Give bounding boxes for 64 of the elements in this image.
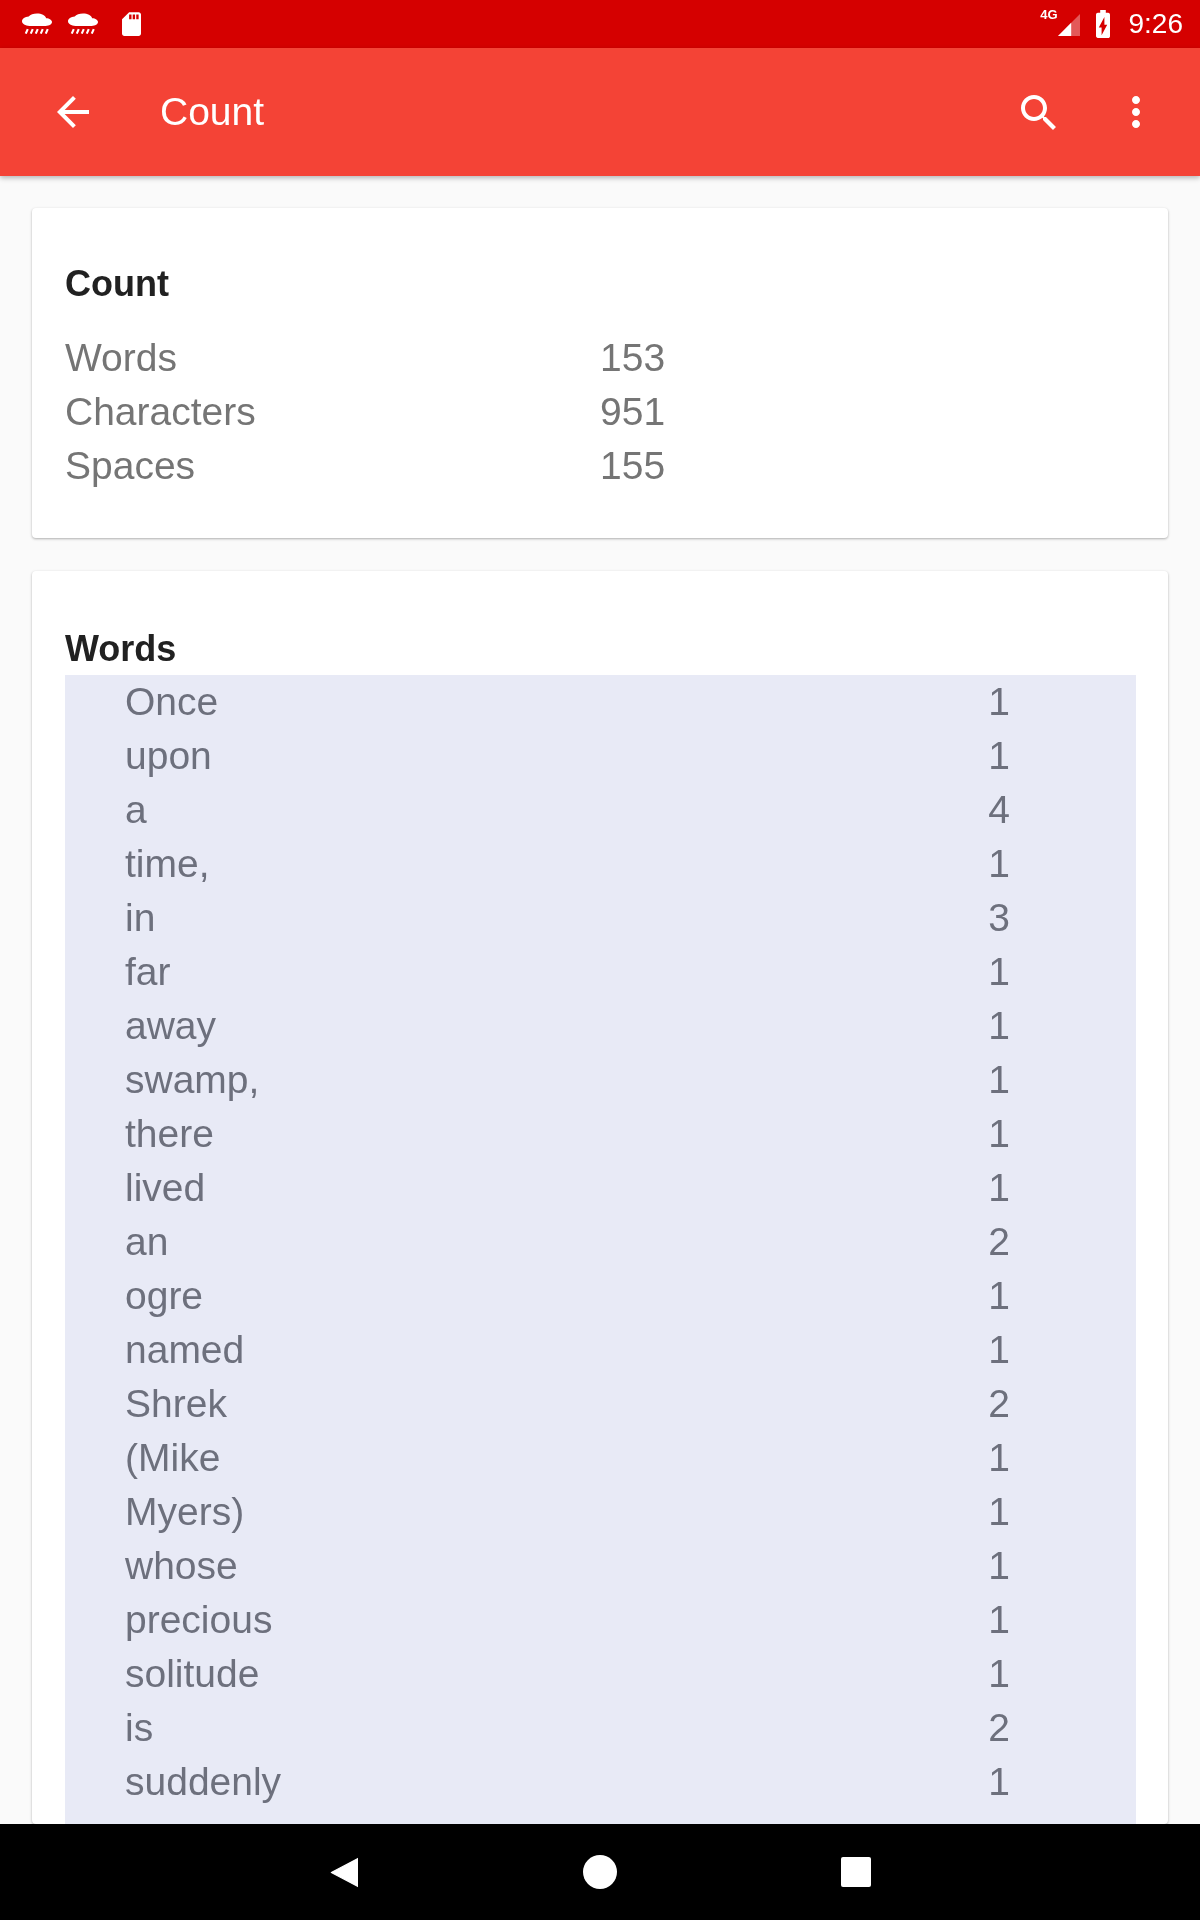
word-count: 4 bbox=[987, 787, 1011, 833]
word-text: lived bbox=[125, 1165, 207, 1211]
word-count: 3 bbox=[987, 895, 1011, 941]
word-count: 1 bbox=[987, 1543, 1011, 1589]
back-arrow-icon bbox=[57, 96, 89, 128]
word-text: an bbox=[125, 1219, 170, 1265]
word-text: far bbox=[125, 949, 172, 995]
screen-title: Count bbox=[160, 89, 266, 135]
stat-value: 951 bbox=[600, 389, 666, 435]
card-title: Count bbox=[65, 262, 170, 306]
word-count: 1 bbox=[987, 1057, 1011, 1103]
word-count: 2 bbox=[987, 1381, 1011, 1427]
word-count: 1 bbox=[987, 1759, 1011, 1805]
stat-value: 155 bbox=[600, 443, 666, 489]
word-text: is bbox=[125, 1705, 155, 1751]
word-text: in bbox=[125, 895, 157, 941]
card-title: Words bbox=[65, 627, 178, 671]
word-count: 1 bbox=[987, 1651, 1011, 1697]
clock-time: 9:26 bbox=[1128, 8, 1183, 40]
word-count: 1 bbox=[987, 1003, 1011, 1049]
word-count: 1 bbox=[987, 679, 1011, 725]
word-count: 1 bbox=[987, 841, 1011, 887]
word-text: there bbox=[125, 1111, 215, 1157]
word-text: Once bbox=[125, 679, 220, 725]
word-text: swamp, bbox=[125, 1057, 261, 1103]
stat-label: Characters bbox=[65, 389, 257, 435]
word-count: 1 bbox=[987, 1165, 1011, 1211]
sd-card-icon bbox=[122, 12, 141, 36]
word-text: a bbox=[125, 787, 148, 833]
word-count: 1 bbox=[987, 1597, 1011, 1643]
word-count: 1 bbox=[987, 1111, 1011, 1157]
more-vertical-icon bbox=[1132, 96, 1140, 128]
network-type-label: 4G bbox=[1040, 8, 1058, 21]
stat-value: 153 bbox=[600, 335, 666, 381]
search-icon bbox=[1021, 94, 1056, 130]
signal-icon bbox=[1057, 14, 1080, 36]
word-count: 2 bbox=[987, 1219, 1011, 1265]
word-text: Myers) bbox=[125, 1489, 246, 1535]
word-text: named bbox=[125, 1327, 246, 1373]
word-text: Shrek bbox=[125, 1381, 228, 1427]
word-text: suddenly bbox=[125, 1759, 283, 1805]
word-count: 1 bbox=[987, 1273, 1011, 1319]
word-text: solitude bbox=[125, 1651, 261, 1697]
back-icon bbox=[330, 1856, 358, 1888]
word-count: 1 bbox=[987, 1435, 1011, 1481]
word-count: 1 bbox=[987, 1489, 1011, 1535]
rain-cloud-icon bbox=[22, 13, 52, 35]
recents-icon bbox=[841, 1857, 871, 1887]
word-text: (Mike bbox=[125, 1435, 222, 1481]
word-text: precious bbox=[125, 1597, 274, 1643]
word-count: 1 bbox=[987, 733, 1011, 779]
word-count: 1 bbox=[987, 1327, 1011, 1373]
word-text: whose bbox=[125, 1543, 239, 1589]
stat-label: Words bbox=[65, 335, 178, 381]
word-text: ogre bbox=[125, 1273, 205, 1319]
home-icon bbox=[583, 1855, 617, 1889]
word-count: 2 bbox=[987, 1705, 1011, 1751]
rain-cloud-icon bbox=[68, 13, 98, 35]
word-count: 1 bbox=[987, 949, 1011, 995]
stat-label: Spaces bbox=[65, 443, 197, 489]
word-text: away bbox=[125, 1003, 218, 1049]
word-text: time, bbox=[125, 841, 211, 887]
word-text: upon bbox=[125, 733, 213, 779]
battery-charging-icon bbox=[1095, 10, 1110, 38]
